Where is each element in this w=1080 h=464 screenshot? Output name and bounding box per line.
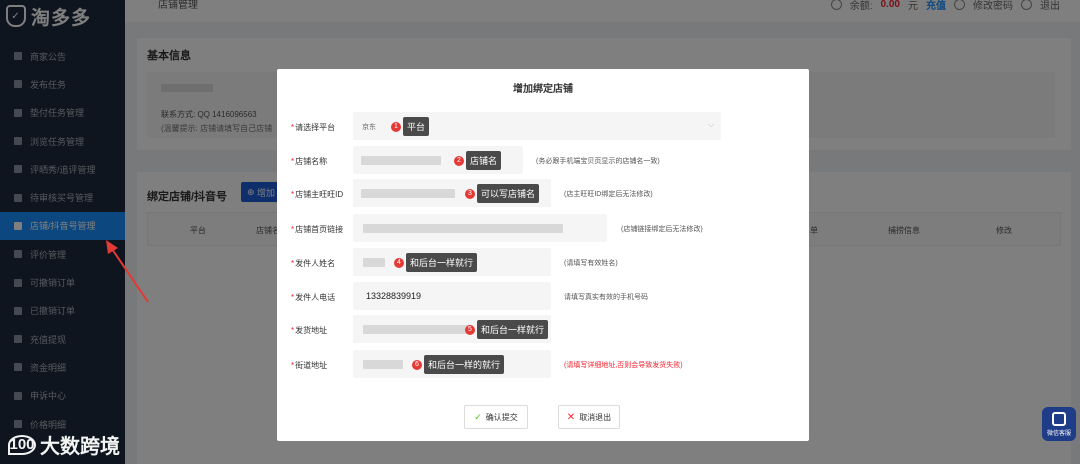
watermark-text: 大数跨境 [40,436,120,458]
sender-name-label: *发件人姓名 [291,259,336,268]
wangwang-id-row: *店铺主旺旺ID 3 可以写店铺名 (店主旺旺ID绑定后无法修改) [277,179,809,207]
sender-phone-row: *发件人电话 13328839919 请填写真实有效的手机号码 [277,282,809,310]
confirm-label: 确认提交 [485,412,518,422]
sender-phone-value: 13328839919 [366,291,422,301]
wechat-service-button[interactable]: 微信客服 [1042,407,1076,441]
qr-code-icon [1052,411,1066,426]
blurred-value [363,360,403,369]
annotation-5: 5 和后台一样就行 [465,320,549,339]
blurred-value [363,258,385,267]
blurred-value [363,325,473,334]
confirm-submit-button[interactable]: ✓ 确认提交 [464,405,528,429]
annotation-6: 6 和后台一样的就行 [412,355,505,374]
homepage-link-label: *店铺首页链接 [291,225,344,234]
sender-phone-input[interactable]: 13328839919 [353,282,551,310]
add-shop-modal: 增加绑定店铺 *请选择平台 京东 ⌵ 1 平台 *店铺名称 2 店铺名 (务必跟手机… [277,69,809,441]
annotation-4: 4 和后台一样就行 [394,253,478,272]
red-arrow-icon [106,240,149,303]
sender-name-row: *发件人姓名 4 和后台一样就行 (请填写有效姓名) [277,248,809,276]
check-icon: ✓ [474,411,482,422]
blurred-value [361,189,455,198]
street-address-hint: (请填写详细地址,否则会导致发货失败) [564,362,683,369]
street-address-row: *街道地址 6 和后台一样的就行 (请填写详细地址,否则会导致发货失败) [277,350,809,378]
annotation-3: 3 可以写店铺名 [465,184,540,203]
modal-title: 增加绑定店铺 [513,84,573,95]
wangwang-id-label: *店铺主旺旺ID [291,190,344,199]
annotation-2: 2 店铺名 [454,151,502,170]
sender-phone-hint: 请填写真实有效的手机号码 [564,294,648,301]
homepage-link-input[interactable] [353,214,607,242]
wangwang-id-hint: (店主旺旺ID绑定后无法修改) [564,191,653,198]
street-address-label: *街道地址 [291,361,328,370]
cancel-exit-button[interactable]: ✕ 取消退出 [558,405,620,429]
sender-name-hint: (请填写有效姓名) [564,260,618,267]
homepage-link-row: *店铺首页链接 (店铺链接绑定后无法修改) [277,214,809,242]
shop-name-hint: (务必跟手机端宝贝页显示的店铺名一致) [536,158,660,165]
blurred-value [361,156,441,165]
close-icon: ✕ [566,411,576,423]
annotation-1: 1 平台 [391,117,430,136]
chevron-down-icon: ⌵ [707,120,714,129]
platform-selected-value: 京东 [362,124,376,131]
watermark-logo-icon: 100 [8,434,36,455]
homepage-link-hint: (店铺链接绑定后无法修改) [621,226,703,233]
wechat-service-label: 微信客服 [1046,430,1071,437]
shipping-address-label: *发货地址 [291,326,328,335]
blurred-value [363,224,563,233]
platform-label: *请选择平台 [291,123,336,132]
shipping-address-row: *发货地址 5 和后台一样就行 [277,315,809,343]
sender-phone-label: *发件人电话 [291,293,336,302]
watermark: 100 大数跨境 [8,430,120,459]
shop-name-row: *店铺名称 2 店铺名 (务必跟手机端宝贝页显示的店铺名一致) [277,146,809,174]
shop-name-label: *店铺名称 [291,157,328,166]
platform-row: *请选择平台 京东 ⌵ 1 平台 [277,112,809,140]
cancel-label: 取消退出 [579,412,612,422]
